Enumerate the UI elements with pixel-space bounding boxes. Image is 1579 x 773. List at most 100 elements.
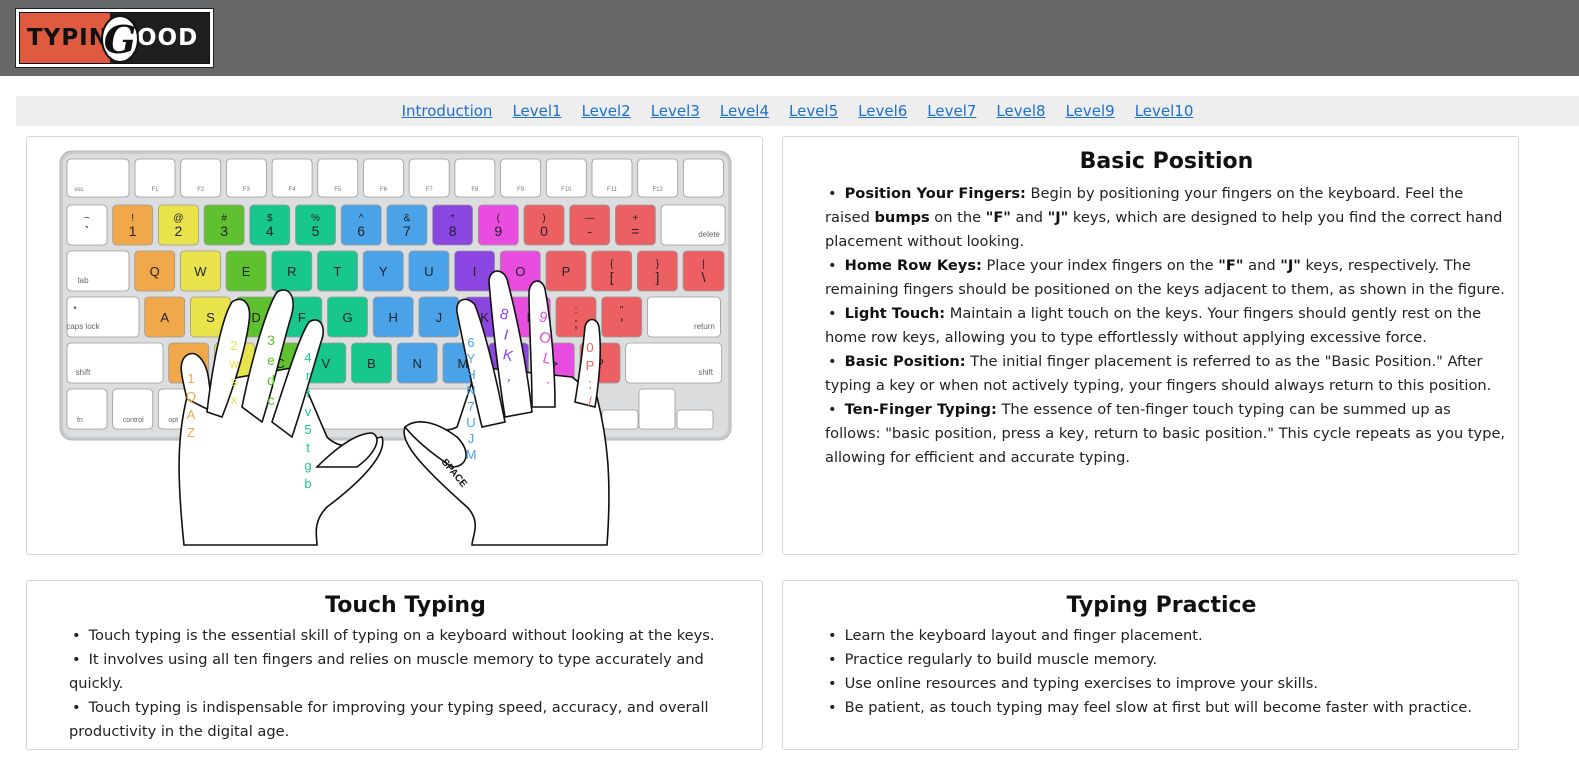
nav-link-level7[interactable]: Level7 bbox=[927, 102, 976, 120]
key-label: ' bbox=[620, 315, 623, 331]
fn-key-label: F4 bbox=[289, 187, 297, 193]
list-item: Basic Position: The initial finger place… bbox=[825, 350, 1508, 398]
item-label: Basic Position: bbox=[844, 353, 966, 370]
key-label: ] bbox=[655, 269, 659, 285]
list-item: Position Your Fingers: Begin by position… bbox=[825, 182, 1508, 254]
site-logo[interactable]: TYPIN OOD G bbox=[15, 8, 214, 68]
item-bold: "F" bbox=[1218, 257, 1244, 274]
key-label: • bbox=[73, 303, 76, 313]
logo-g-emblem: G bbox=[101, 15, 139, 63]
key-label: V bbox=[321, 356, 330, 371]
nav-link-level5[interactable]: Level5 bbox=[789, 102, 838, 120]
finger-letter: f bbox=[306, 386, 310, 401]
fn-key-label: esc bbox=[74, 187, 83, 193]
key-label: I bbox=[473, 264, 477, 279]
nav-link-level1[interactable]: Level1 bbox=[512, 102, 561, 120]
key-label: E bbox=[242, 264, 251, 279]
key-tab bbox=[66, 250, 130, 292]
item-bold: bumps bbox=[874, 209, 930, 226]
logo-left-panel: TYPIN bbox=[20, 13, 110, 63]
item-text: and bbox=[1243, 257, 1281, 274]
key-label: return bbox=[694, 322, 715, 331]
nav-link-level3[interactable]: Level3 bbox=[651, 102, 700, 120]
level-nav: Introduction Level1 Level2 Level3 Level4… bbox=[16, 96, 1579, 126]
touch-typing-card: Touch Typing Touch typing is the essenti… bbox=[26, 580, 763, 750]
key-label: \ bbox=[702, 269, 706, 285]
item-text: Place your index fingers on the bbox=[981, 257, 1219, 274]
fn-key-label: F6 bbox=[380, 187, 388, 193]
key-shift bbox=[66, 342, 164, 384]
finger-letter: 5 bbox=[304, 422, 311, 437]
mod-key-label: control bbox=[123, 417, 144, 424]
key-label: 7 bbox=[403, 223, 411, 239]
logo-right-text: OOD bbox=[137, 25, 199, 51]
fn-key-label: F11 bbox=[607, 187, 618, 193]
mod-key bbox=[66, 388, 108, 430]
key-label: F bbox=[298, 310, 306, 325]
item-text: and bbox=[1010, 209, 1048, 226]
key-label: ` bbox=[85, 223, 90, 239]
finger-letter: t bbox=[306, 440, 310, 455]
key-delete bbox=[660, 204, 726, 246]
nav-link-level2[interactable]: Level2 bbox=[582, 102, 631, 120]
key-label: 0 bbox=[540, 223, 548, 239]
finger-letter: A bbox=[187, 407, 196, 422]
finger-letter: 4 bbox=[304, 350, 311, 365]
logo-left-text: TYPIN bbox=[26, 25, 109, 51]
finger-letter: N bbox=[466, 383, 475, 398]
fn-key-label: F3 bbox=[243, 187, 251, 193]
key-label: W bbox=[194, 264, 207, 279]
nav-link-level4[interactable]: Level4 bbox=[720, 102, 769, 120]
fn-key-label: F8 bbox=[471, 187, 479, 193]
key-label: N bbox=[413, 356, 422, 371]
key-label: ; bbox=[574, 315, 578, 331]
nav-link-level6[interactable]: Level6 bbox=[858, 102, 907, 120]
list-item: Be patient, as touch typing may feel slo… bbox=[825, 696, 1498, 720]
finger-letter: g bbox=[304, 458, 311, 473]
list-item: Touch typing is the essential skill of t… bbox=[69, 624, 742, 648]
finger-letter: r bbox=[306, 368, 311, 383]
item-bold: "J" bbox=[1280, 257, 1301, 274]
nav-link-level9[interactable]: Level9 bbox=[1066, 102, 1115, 120]
nav-link-introduction[interactable]: Introduction bbox=[402, 102, 493, 120]
keyboard-illustration-card: esc F1 F2 F3 F4 F5 F6 F7 F8 F9 F10 F11 F12 ~ `! 1 @2 #3 $4… bbox=[26, 136, 763, 555]
finger-letter: Y bbox=[467, 351, 476, 366]
key-label: H bbox=[389, 310, 398, 325]
finger-letter: s bbox=[231, 374, 238, 389]
finger-letter: d bbox=[267, 372, 275, 388]
list-item: It involves using all ten fingers and re… bbox=[69, 648, 742, 696]
key-label: R bbox=[287, 264, 296, 279]
key-label: J bbox=[436, 310, 443, 325]
keyboard-hands-illustration: esc F1 F2 F3 F4 F5 F6 F7 F8 F9 F10 F11 F12~`!1@2#3$4… bbox=[59, 150, 732, 546]
finger-letter: Q bbox=[186, 389, 196, 404]
key-label: D bbox=[251, 310, 260, 325]
fn-key-label: F2 bbox=[197, 187, 205, 193]
finger-letter: ; bbox=[588, 376, 592, 391]
finger-letter: 6 bbox=[467, 335, 474, 350]
finger-letter: U bbox=[466, 415, 475, 430]
list-item: Use online resources and typing exercise… bbox=[825, 672, 1498, 696]
key-capslock bbox=[66, 296, 140, 338]
list-item: Practice regularly to build muscle memor… bbox=[825, 648, 1498, 672]
finger-letter: x bbox=[231, 392, 238, 407]
key-label: 6 bbox=[357, 223, 365, 239]
finger-letter: 2 bbox=[230, 338, 237, 353]
nav-link-level10[interactable]: Level10 bbox=[1135, 102, 1194, 120]
key-label: 3 bbox=[220, 223, 228, 239]
finger-letter: c bbox=[268, 392, 275, 408]
arrow-key bbox=[601, 409, 639, 430]
nav-link-level8[interactable]: Level8 bbox=[996, 102, 1045, 120]
finger-letter: P bbox=[586, 358, 595, 373]
finger-letter: e bbox=[267, 352, 275, 368]
fn-key bbox=[683, 158, 724, 198]
item-label: Ten-Finger Typing: bbox=[844, 401, 997, 418]
finger-letter: H bbox=[466, 367, 475, 382]
key-label: 5 bbox=[312, 223, 320, 239]
fn-key-label: F1 bbox=[151, 187, 159, 193]
key-label: [ bbox=[610, 269, 614, 285]
touch-typing-title: Touch Typing bbox=[325, 593, 486, 618]
key-label: 2 bbox=[175, 223, 183, 239]
finger-letter: 7 bbox=[467, 399, 474, 414]
finger-letter: w bbox=[228, 356, 239, 371]
key-label: S bbox=[206, 310, 215, 325]
